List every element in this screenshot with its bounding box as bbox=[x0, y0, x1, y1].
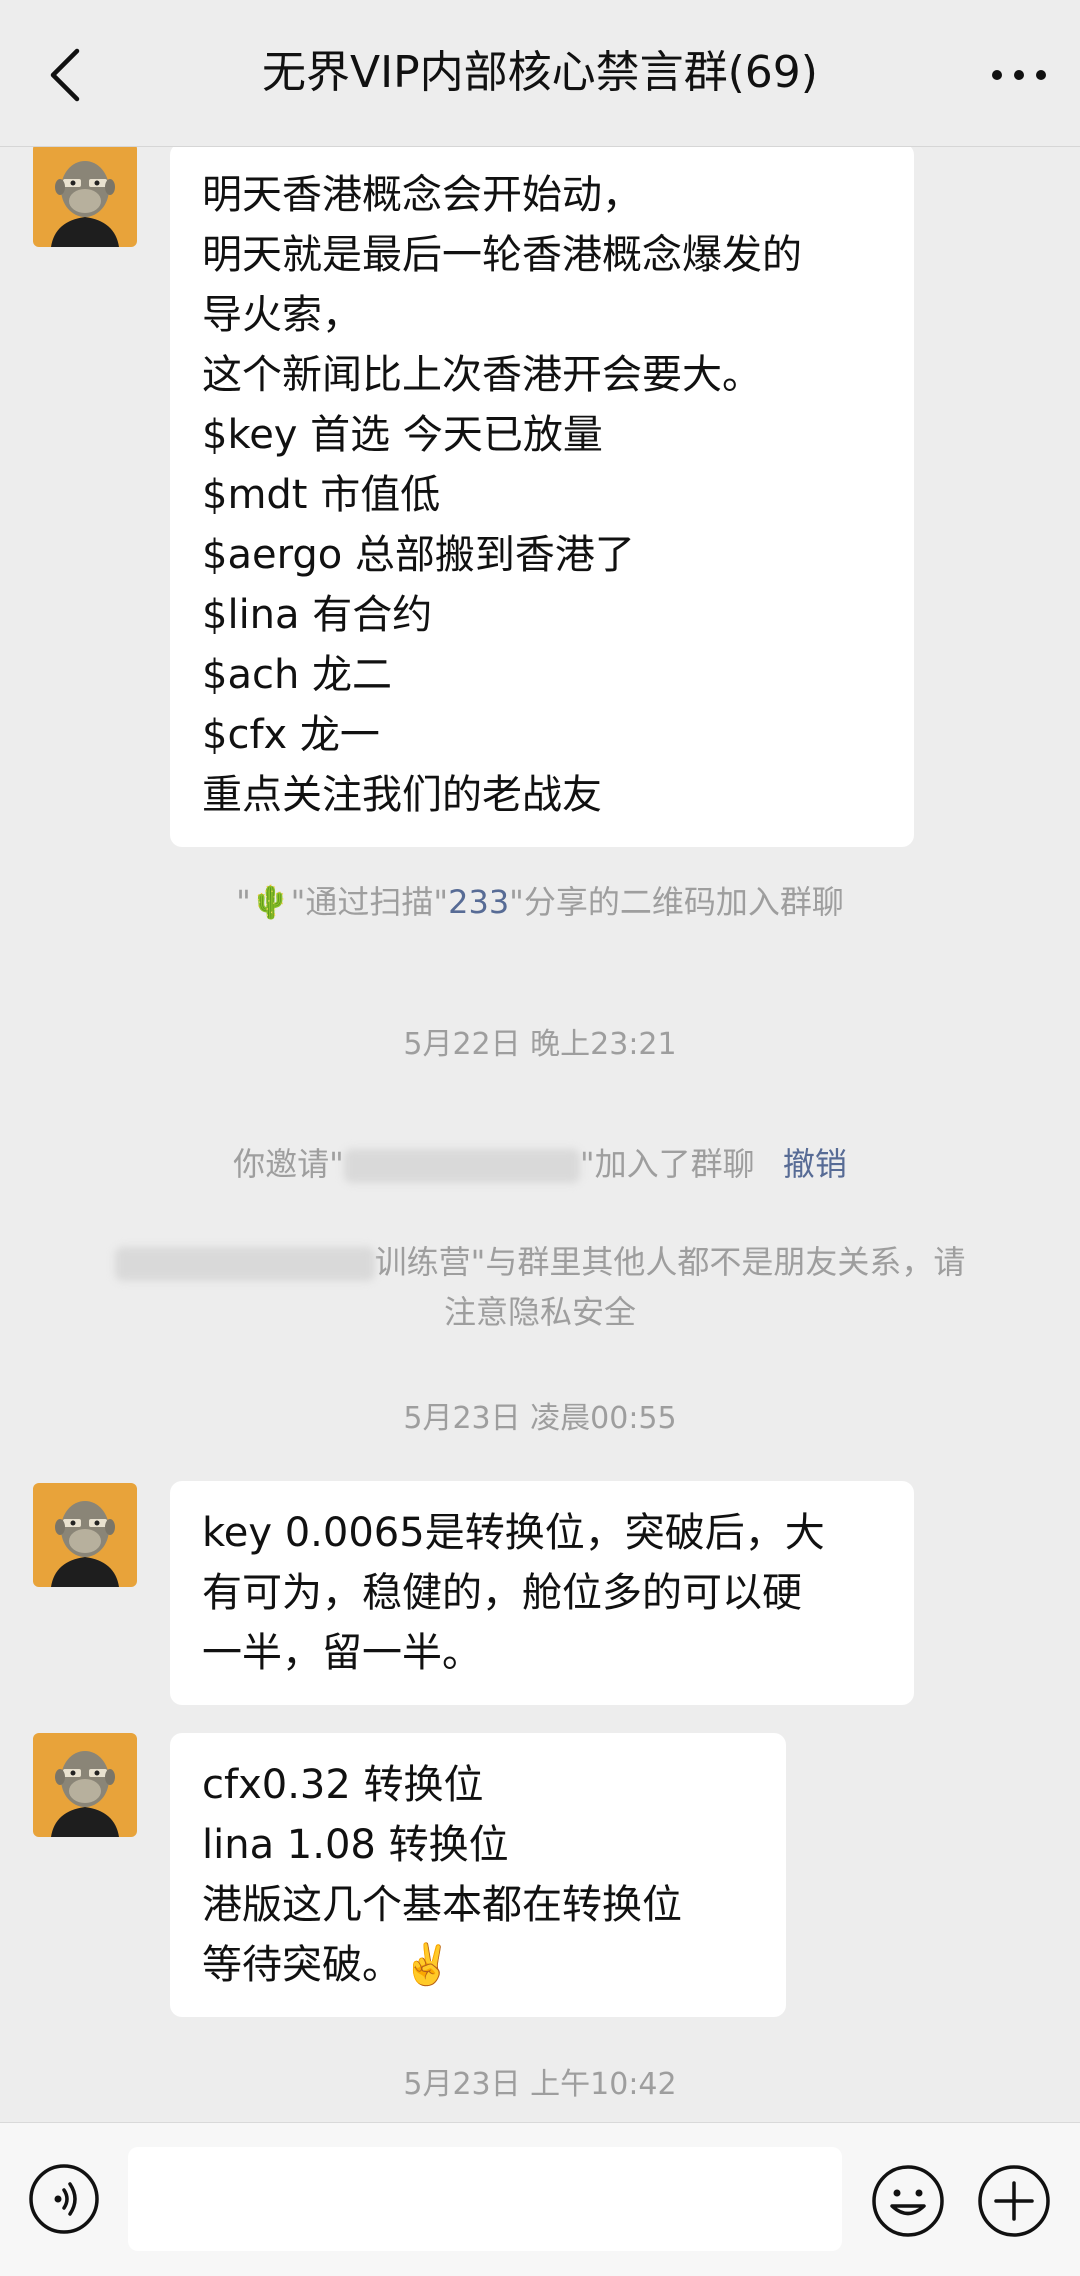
message-line: 一半，留一半。 bbox=[202, 1630, 482, 1676]
message-line: $key 首选 今天已放量 bbox=[202, 412, 603, 458]
ape-avatar-icon bbox=[33, 1733, 137, 1837]
more-dots-icon bbox=[992, 70, 1046, 80]
chevron-left-icon bbox=[50, 48, 80, 102]
redacted-name bbox=[343, 1149, 580, 1183]
join-prefix: "🌵"通过扫描" bbox=[236, 883, 449, 921]
message-line: $mdt 市值低 bbox=[202, 472, 441, 518]
message-line: lina 1.08 转换位 bbox=[202, 1822, 509, 1868]
back-button[interactable] bbox=[30, 40, 100, 110]
message-line: 这个新闻比上次香港开会要大。 bbox=[202, 352, 762, 398]
emoji-button[interactable] bbox=[870, 2163, 946, 2239]
privacy-line-1: 训练营"与群里其他人都不是朋友关系，请 bbox=[0, 1237, 1080, 1287]
ape-avatar-icon bbox=[33, 147, 137, 247]
plus-button[interactable] bbox=[976, 2163, 1052, 2239]
message-line: 明天香港概念会开始动， bbox=[202, 172, 642, 218]
redacted-name bbox=[114, 1247, 375, 1281]
timestamp: 5月23日 上午10:42 bbox=[403, 2067, 677, 2102]
system-privacy-notice: 训练营"与群里其他人都不是朋友关系，请 注意隐私安全 bbox=[0, 1237, 1080, 1337]
system-join-notice: "🌵"通过扫描"233"分享的二维码加入群聊 bbox=[0, 877, 1080, 923]
message-line: 导火索， bbox=[202, 292, 362, 338]
join-user-link[interactable]: 233 bbox=[448, 883, 509, 921]
message-line: 港版这几个基本都在转换位 bbox=[202, 1882, 682, 1928]
plus-icon bbox=[978, 2165, 1050, 2237]
privacy-line-2: 注意隐私安全 bbox=[443, 1293, 636, 1331]
message-line: 有可为，稳健的，舱位多的可以硬 bbox=[202, 1570, 802, 1616]
message-line: 明天就是最后一轮香港概念爆发的 bbox=[202, 232, 802, 278]
message-line: $cfx 龙一 bbox=[202, 712, 380, 758]
chat-title: 无界VIP内部核心禁言群(69) bbox=[262, 47, 818, 98]
timestamp: 5月22日 晚上23:21 bbox=[403, 1027, 677, 1062]
message-line: 等待突破。✌️ bbox=[202, 1942, 452, 1988]
ape-avatar-icon bbox=[33, 1483, 137, 1587]
message-line: $ach 龙二 bbox=[202, 652, 393, 698]
message-list[interactable]: 明天香港概念会开始动， 明天就是最后一轮香港概念爆发的 导火索， 这个新闻比上次… bbox=[0, 147, 1080, 2122]
chat-header: 无界VIP内部核心禁言群(69) bbox=[0, 0, 1080, 147]
emoji-icon bbox=[872, 2165, 944, 2237]
timestamp: 5月23日 凌晨00:55 bbox=[403, 1401, 677, 1436]
avatar[interactable] bbox=[33, 1483, 137, 1587]
avatar[interactable] bbox=[33, 147, 137, 247]
invite-prefix: 你邀请" bbox=[233, 1145, 344, 1183]
system-invite-notice: 你邀请" "加入了群聊 撤销 bbox=[0, 1139, 1080, 1185]
more-button[interactable] bbox=[984, 40, 1054, 110]
privacy-text: 训练营"与群里其他人都不是朋友关系，请 bbox=[374, 1243, 966, 1281]
invite-suffix: "加入了群聊 bbox=[579, 1145, 755, 1183]
input-bar bbox=[0, 2122, 1080, 2276]
revoke-link[interactable]: 撤销 bbox=[783, 1145, 847, 1183]
message-bubble[interactable]: cfx0.32 转换位 lina 1.08 转换位 港版这几个基本都在转换位 等… bbox=[170, 1733, 786, 2017]
message-line: 重点关注我们的老战友 bbox=[202, 772, 602, 818]
avatar[interactable] bbox=[33, 1733, 137, 1837]
join-suffix: "分享的二维码加入群聊 bbox=[509, 883, 844, 921]
message-line: cfx0.32 转换位 bbox=[202, 1762, 484, 1808]
message-bubble[interactable]: key 0.0065是转换位，突破后，大 有可为，稳健的，舱位多的可以硬 一半，… bbox=[170, 1481, 914, 1705]
voice-icon bbox=[29, 2164, 99, 2234]
message-input[interactable] bbox=[128, 2147, 842, 2251]
message-line: $aergo 总部搬到香港了 bbox=[202, 532, 635, 578]
message-line: $lina 有合约 bbox=[202, 592, 433, 638]
message-line: key 0.0065是转换位，突破后，大 bbox=[202, 1510, 825, 1556]
voice-button[interactable] bbox=[28, 2163, 100, 2235]
message-bubble[interactable]: 明天香港概念会开始动， 明天就是最后一轮香港概念爆发的 导火索， 这个新闻比上次… bbox=[170, 147, 914, 847]
